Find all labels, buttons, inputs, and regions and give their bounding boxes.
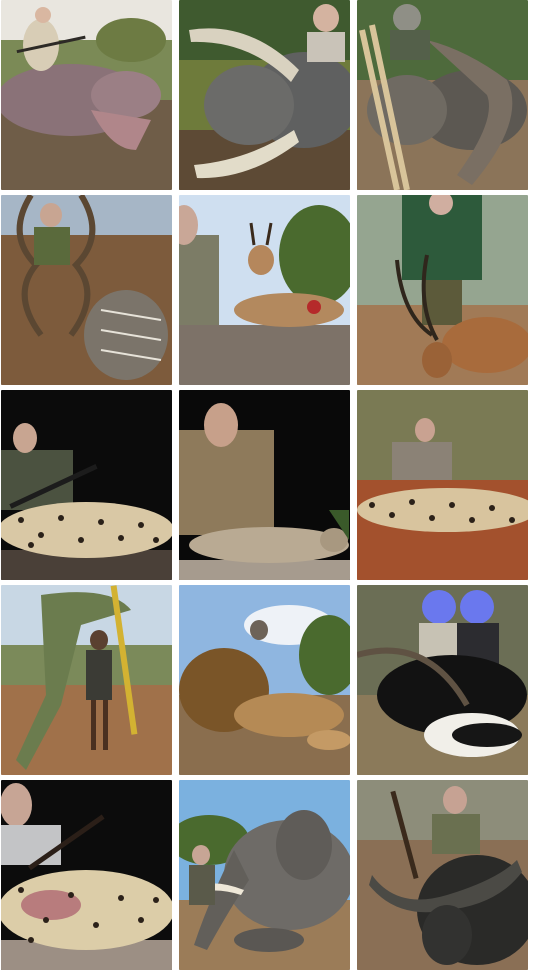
- photo-hippo-image: [1, 0, 172, 190]
- photo-buffalo-2[interactable]: [357, 780, 528, 970]
- photo-leopard-night-2[interactable]: [1, 780, 172, 970]
- photo-elephant-image: [179, 780, 350, 970]
- photo-sable-antelope-image: [357, 585, 528, 775]
- photo-buffalo-2-image: [357, 780, 528, 970]
- photo-hippo[interactable]: [1, 0, 172, 190]
- photo-antelope-image: [179, 195, 350, 385]
- photo-antelope[interactable]: [179, 195, 350, 385]
- trophy-photo-grid: [0, 0, 545, 970]
- photo-leopard-night-2-image: [1, 780, 172, 970]
- photo-kudu-image: [1, 195, 172, 385]
- photo-wildcat-night[interactable]: [179, 390, 350, 580]
- photo-kudu[interactable]: [1, 195, 172, 385]
- photo-elephant-tusks-image: [179, 0, 350, 190]
- photo-buffalo[interactable]: [357, 0, 528, 190]
- photo-leopard-day[interactable]: [357, 390, 528, 580]
- photo-lion[interactable]: [179, 585, 350, 775]
- photo-wildcat-night-image: [179, 390, 350, 580]
- photo-lion-image: [179, 585, 350, 775]
- photo-buffalo-image: [357, 0, 528, 190]
- photo-impala-image: [357, 195, 528, 385]
- photo-leopard-night[interactable]: [1, 390, 172, 580]
- photo-crocodile-image: [1, 585, 172, 775]
- photo-crocodile[interactable]: [1, 585, 172, 775]
- photo-leopard-day-image: [357, 390, 528, 580]
- photo-leopard-night-image: [1, 390, 172, 580]
- photo-sable-antelope[interactable]: [357, 585, 528, 775]
- photo-impala[interactable]: [357, 195, 528, 385]
- photo-elephant-tusks[interactable]: [179, 0, 350, 190]
- photo-elephant[interactable]: [179, 780, 350, 970]
